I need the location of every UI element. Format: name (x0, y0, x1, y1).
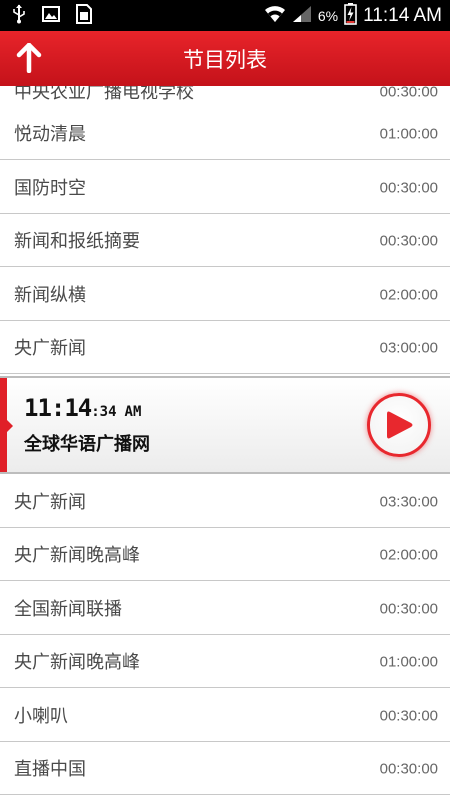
header-bar: 节目列表 (0, 31, 450, 86)
program-title: 中央农业广播电视学校 (14, 86, 194, 103)
now-playing-clock: 11:14 :34 AM (24, 394, 141, 422)
program-row[interactable]: 悦动清晨 01:00:00 (0, 107, 450, 160)
program-duration: 00:30:00 (379, 179, 438, 197)
status-left-icons (12, 3, 92, 28)
program-row[interactable]: 全国新闻联播 00:30:00 (0, 582, 450, 635)
program-duration: 00:30:00 (379, 232, 438, 250)
program-title: 央广新闻晚高峰 (14, 652, 140, 673)
program-duration: 02:00:00 (379, 286, 438, 304)
play-icon (387, 411, 413, 439)
signal-icon (292, 5, 312, 27)
program-title: 新闻纵横 (14, 285, 86, 306)
program-row[interactable]: 新闻和报纸摘要 00:30:00 (0, 214, 450, 267)
program-title: 直播中国 (14, 759, 86, 780)
clock-hours-minutes: 11:14 (24, 394, 92, 422)
program-duration: 00:30:00 (379, 707, 438, 725)
program-row[interactable]: 央广新闻晚高峰 01:00:00 (0, 635, 450, 688)
clock-ampm: AM (124, 404, 142, 420)
back-button[interactable] (10, 39, 48, 77)
clock-seconds: :34 (91, 404, 117, 420)
usb-icon (12, 4, 26, 28)
program-row[interactable]: 央广新闻 03:00:00 (0, 321, 450, 374)
sim-icon (76, 3, 92, 28)
program-title: 全国新闻联播 (14, 599, 122, 620)
program-duration: 03:00:00 (379, 339, 438, 357)
program-row[interactable]: 新闻纵横 02:00:00 (0, 268, 450, 321)
program-duration: 03:30:00 (379, 493, 438, 511)
status-time: 11:14 AM (363, 4, 442, 26)
program-title: 小喇叭 (14, 706, 68, 727)
image-icon (42, 5, 60, 26)
program-duration: 01:00:00 (379, 653, 438, 671)
program-row[interactable]: 央广新闻 03:30:00 (0, 475, 450, 528)
station-name: 全球华语广播网 (24, 434, 150, 455)
battery-charging-icon (344, 2, 357, 29)
status-bar: 6% 11:14 AM (0, 0, 450, 31)
program-title: 悦动清晨 (14, 124, 86, 145)
program-title: 新闻和报纸摘要 (14, 231, 140, 252)
now-playing-indicator (7, 420, 13, 432)
now-playing-accent-stripe (0, 378, 7, 472)
program-title: 国防时空 (14, 178, 86, 199)
program-row[interactable]: 央广新闻晚高峰 02:00:00 (0, 528, 450, 581)
program-duration: 00:30:00 (379, 760, 438, 778)
program-row[interactable]: 直播中国 00:30:00 (0, 742, 450, 795)
program-row[interactable]: 国防时空 00:30:00 (0, 161, 450, 214)
battery-percent: 6% (317, 7, 339, 24)
program-title: 央广新闻 (14, 492, 86, 513)
program-row[interactable]: 小喇叭 00:30:00 (0, 689, 450, 742)
status-right: 6% 11:14 AM (264, 2, 442, 29)
now-playing-panel: 11:14 :34 AM 全球华语广播网 (0, 376, 450, 474)
play-button[interactable] (367, 393, 431, 457)
up-arrow-icon (16, 43, 42, 73)
program-title: 央广新闻 (14, 338, 86, 359)
program-duration: 00:30:00 (379, 600, 438, 618)
program-title: 央广新闻晚高峰 (14, 545, 140, 566)
program-duration: 02:00:00 (379, 546, 438, 564)
program-duration: 00:30:00 (379, 86, 438, 101)
program-duration: 01:00:00 (379, 125, 438, 143)
page-title: 节目列表 (183, 47, 267, 72)
wifi-icon (264, 5, 286, 27)
